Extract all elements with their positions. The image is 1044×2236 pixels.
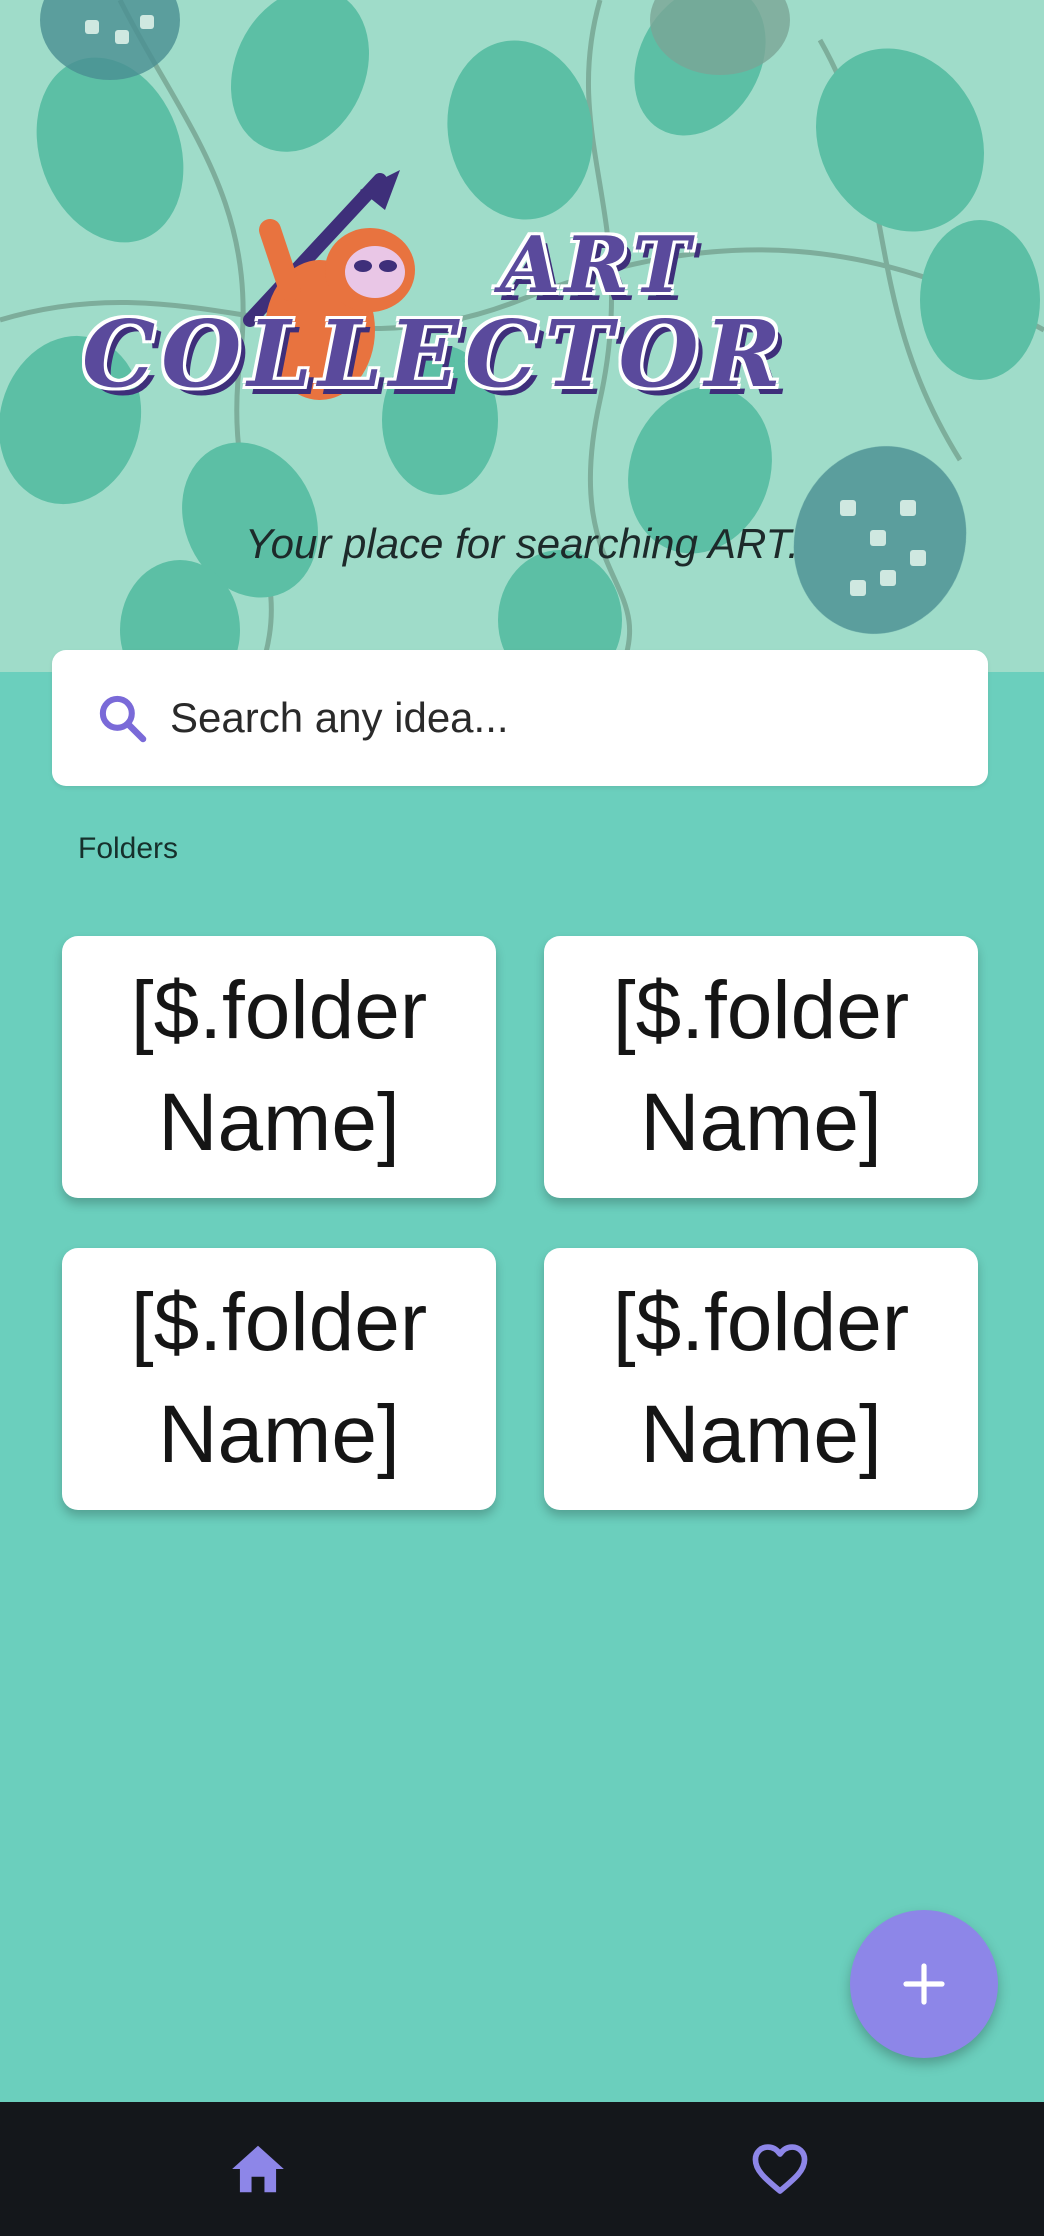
plus-icon [903,1963,945,2005]
folder-name: [$.folder Name] [612,1277,910,1480]
search-bar[interactable] [52,650,988,786]
app-logo: ART COLLECTOR [60,160,980,420]
folder-card[interactable]: [$.folder Name] [62,1248,496,1510]
folder-name: [$.folder Name] [612,965,910,1168]
header-banner: ART COLLECTOR Your place for searching A… [0,0,1044,672]
bottom-navigation [0,2102,1044,2236]
folder-name: [$.folder Name] [130,1277,428,1480]
folder-name: [$.folder Name] [130,965,428,1168]
search-icon[interactable] [94,690,150,746]
folder-card[interactable]: [$.folder Name] [544,936,978,1198]
add-folder-button[interactable] [850,1910,998,2058]
folder-card[interactable]: [$.folder Name] [62,936,496,1198]
folders-section-label: Folders [78,832,179,865]
tagline: Your place for searching ART. [244,520,800,567]
heart-icon[interactable] [748,2138,812,2200]
logo-text-art: ART [500,220,695,311]
home-icon[interactable] [226,2138,290,2200]
search-input[interactable] [168,693,932,743]
logo-text-collector: COLLECTOR [82,300,788,408]
folder-card[interactable]: [$.folder Name] [544,1248,978,1510]
